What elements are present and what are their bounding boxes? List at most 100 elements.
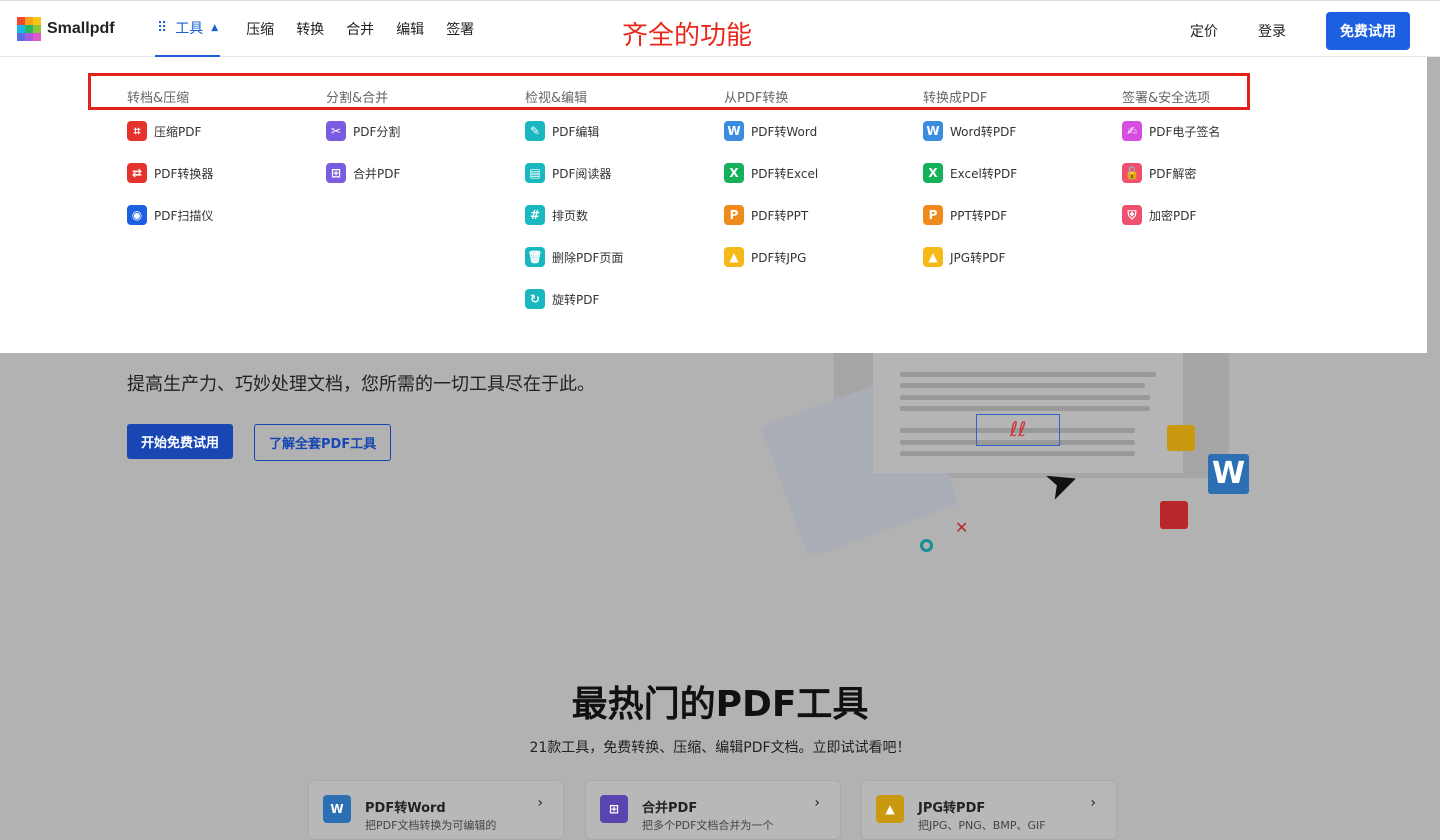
menu-item-label: PDF阅读器 (552, 166, 612, 181)
logo[interactable]: Smallpdf (17, 17, 115, 41)
nav-merge[interactable]: 合并 (346, 19, 374, 39)
tool-icon: 🔓 (1122, 163, 1142, 183)
annotation-box (88, 73, 1250, 110)
tool-card-icon: ▲ (876, 795, 904, 823)
menu-item-label: PDF转Excel (751, 166, 819, 181)
image-icon (1167, 425, 1195, 451)
logo-icon (17, 17, 41, 41)
cross-decor-icon: ✕ (955, 518, 969, 537)
tool-card-title: 合并PDF (642, 801, 698, 816)
menu-item[interactable]: ⛨ 加密PDF (1122, 194, 1220, 236)
menu-item[interactable]: P PPT转PDF (923, 194, 1017, 236)
menu-item-label: 删除PDF页面 (552, 250, 624, 265)
menu-column: 转换成PDF W Word转PDF X Excel转PDF P PPT转PDF ▲ JPG转PD… (923, 87, 1017, 288)
menu-item[interactable]: W PDF转Word (724, 110, 818, 152)
tool-card[interactable]: W PDF转Word 把PDF文档转换为可编辑的 › (308, 780, 564, 840)
menu-column: 从PDF转换 W PDF转Word X PDF转Excel P PDF转PPT ▲ PDF转JP… (724, 87, 818, 288)
tool-icon: W (923, 121, 943, 141)
menu-item[interactable]: 🔓 PDF解密 (1122, 152, 1220, 194)
doc-line (900, 395, 1150, 400)
tool-icon: X (923, 163, 943, 183)
chevron-right-icon: › (1090, 795, 1096, 811)
top-nav: Smallpdf ⠿ 工具 ▲ 压缩 转换 合并 编辑 签署 齐全的功能 定价 … (0, 0, 1440, 57)
menu-item[interactable]: ⌗ 压缩PDF (127, 110, 213, 152)
nav-tools[interactable]: ⠿ 工具 ▲ (155, 1, 221, 57)
start-trial-button[interactable]: 开始免费试用 (127, 424, 234, 459)
tool-icon: ▲ (724, 247, 744, 267)
doc-line (900, 383, 1145, 388)
menu-column: 检视&编辑 ✎ PDF编辑 ▤ PDF阅读器 # 排页数 🗑 删除PDF页面 ↻ 旋转PDF (525, 87, 623, 330)
menu-item-label: PDF电子签名 (1149, 124, 1221, 139)
tool-icon: ⌗ (127, 121, 147, 141)
menu-item[interactable]: X PDF转Excel (724, 152, 818, 194)
menu-item[interactable]: 🗑 删除PDF页面 (525, 236, 623, 278)
menu-item[interactable]: W Word转PDF (923, 110, 1017, 152)
menu-item-label: 旋转PDF (552, 292, 600, 307)
compress-icon (1160, 501, 1188, 529)
nav-edit[interactable]: 编辑 (396, 19, 424, 39)
menu-item[interactable]: ▤ PDF阅读器 (525, 152, 623, 194)
menu-item[interactable]: P PDF转PPT (724, 194, 818, 236)
tool-icon: ↻ (525, 289, 545, 309)
chevron-right-icon: › (814, 795, 820, 811)
menu-item-label: PDF编辑 (552, 124, 600, 139)
tool-icon: P (724, 205, 744, 225)
pricing-link[interactable]: 定价 (1190, 21, 1218, 41)
brand-name: Smallpdf (47, 20, 115, 37)
menu-column: 签署&安全选项 ✍ PDF电子签名 🔓 PDF解密 ⛨ 加密PDF (1122, 87, 1220, 246)
tool-card[interactable]: ▲ JPG转PDF 把JPG、PNG、BMP、GIF › (861, 780, 1117, 840)
nav-convert[interactable]: 转换 (296, 19, 324, 39)
hero-tagline: 提高生产力、巧妙处理文档，您所需的一切工具尽在于此。 (127, 374, 595, 395)
menu-item-label: 合并PDF (353, 166, 401, 181)
circle-decor-icon (920, 539, 933, 552)
menu-item[interactable]: ✂ PDF分割 (326, 110, 400, 152)
menu-item-label: PDF分割 (353, 124, 401, 139)
login-link[interactable]: 登录 (1258, 21, 1286, 41)
menu-item-label: Word转PDF (950, 124, 1017, 139)
nav-compress[interactable]: 压缩 (246, 19, 274, 39)
tool-icon: ✎ (525, 121, 545, 141)
caret-up-icon: ▲ (211, 23, 219, 33)
tool-icon: ✍ (1122, 121, 1142, 141)
menu-item[interactable]: ↻ 旋转PDF (525, 278, 623, 320)
menu-item[interactable]: ▲ PDF转JPG (724, 236, 818, 278)
menu-item[interactable]: ⊞ 合并PDF (326, 152, 400, 194)
menu-column-title: 转换成PDF (923, 91, 988, 106)
popular-subtitle: 21款工具，免费转换、压缩、编辑PDF文档。立即试试看吧！ (529, 740, 911, 756)
menu-item-label: PDF转JPG (751, 250, 807, 265)
menu-item-label: PDF解密 (1149, 166, 1197, 181)
tool-card-title: PDF转Word (365, 801, 446, 816)
tool-card-desc: 把PDF文档转换为可编辑的 (365, 819, 497, 832)
tool-icon: X (724, 163, 744, 183)
tools-dropdown: 转档&压缩 ⌗ 压缩PDF ⇄ PDF转换器 ◉ PDF扫描仪 分割&合并 ✂ PDF分割 ⊞ 合并P… (0, 57, 1427, 353)
nav-sign[interactable]: 签署 (446, 19, 474, 39)
menu-item-label: JPG转PDF (950, 250, 1006, 265)
menu-item[interactable]: ◉ PDF扫描仪 (127, 194, 213, 236)
tool-icon: ⊞ (326, 163, 346, 183)
grid-icon: ⠿ (157, 20, 168, 36)
menu-item[interactable]: ⇄ PDF转换器 (127, 152, 213, 194)
tool-icon: # (525, 205, 545, 225)
tool-icon: ◉ (127, 205, 147, 225)
menu-item-label: 排页数 (552, 208, 589, 223)
tool-icon: ✂ (326, 121, 346, 141)
tool-card-icon: ⊞ (600, 795, 628, 823)
menu-column-title: 检视&编辑 (525, 91, 588, 106)
menu-item-label: 加密PDF (1149, 208, 1197, 223)
menu-column: 分割&合并 ✂ PDF分割 ⊞ 合并PDF (326, 87, 400, 204)
tool-card[interactable]: ⊞ 合并PDF 把多个PDF文档合并为一个 › (585, 780, 841, 840)
menu-item[interactable]: ▲ JPG转PDF (923, 236, 1017, 278)
menu-item[interactable]: ✍ PDF电子签名 (1122, 110, 1220, 152)
menu-item-label: PDF转PPT (751, 208, 809, 223)
menu-item-label: Excel转PDF (950, 166, 1018, 181)
tool-card-desc: 把多个PDF文档合并为一个 (642, 819, 774, 832)
menu-item-label: PDF转Word (751, 124, 818, 139)
free-trial-button[interactable]: 免费试用 (1326, 12, 1410, 50)
all-tools-button[interactable]: 了解全套PDF工具 (254, 424, 392, 461)
nav-tools-label: 工具 (175, 21, 204, 37)
menu-item[interactable]: X Excel转PDF (923, 152, 1017, 194)
tool-icon: ⇄ (127, 163, 147, 183)
menu-item[interactable]: # 排页数 (525, 194, 623, 236)
tool-card-icon: W (323, 795, 351, 823)
menu-item[interactable]: ✎ PDF编辑 (525, 110, 623, 152)
